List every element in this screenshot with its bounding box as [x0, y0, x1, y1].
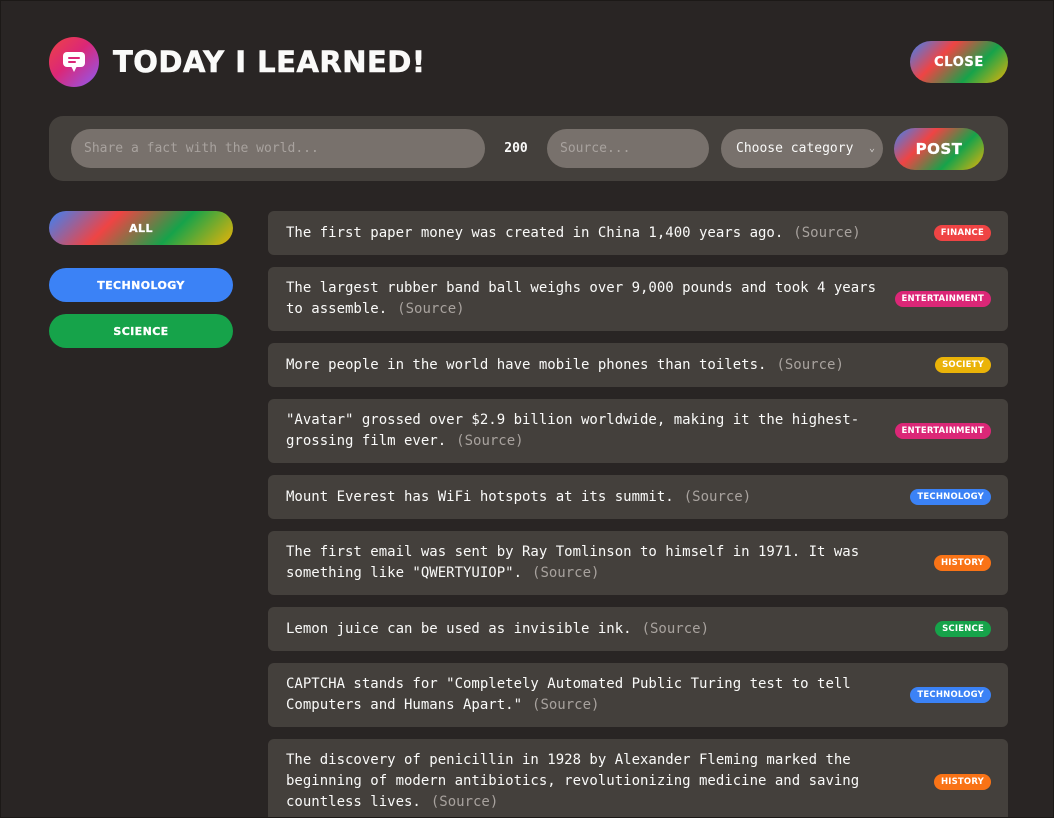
brand: Today I Learned!	[49, 37, 426, 87]
category-tag: Entertainment	[894, 291, 991, 307]
fact-text: "Avatar" grossed over $2.9 billion world…	[286, 410, 895, 452]
chevron-down-icon: ⌄	[868, 143, 875, 154]
fact-item: The first paper money was created in Chi…	[268, 211, 1008, 255]
category-tag: History	[933, 555, 991, 571]
fact-text: Lemon juice can be used as invisible ink…	[286, 619, 935, 640]
fact-source-link[interactable]: (Source)	[642, 621, 709, 637]
fact-text: CAPTCHA stands for "Completely Automated…	[286, 674, 910, 716]
fact-source-link[interactable]: (Source)	[397, 301, 464, 317]
fact-input-placeholder: Share a fact with the world...	[84, 141, 319, 156]
fact-item: "Avatar" grossed over $2.9 billion world…	[268, 399, 1008, 463]
post-button[interactable]: Post	[894, 127, 984, 170]
fact-text: The first paper money was created in Chi…	[286, 223, 934, 244]
chat-bubble-logo-icon	[49, 37, 99, 87]
header: Today I Learned! Close	[49, 37, 1008, 87]
category-tag: Technology	[910, 687, 991, 703]
category-tag: Society	[935, 357, 991, 373]
fact-body: The discovery of penicillin in 1928 by A…	[286, 752, 860, 810]
category-tag: Science	[935, 621, 991, 637]
category-button-all[interactable]: All	[49, 211, 233, 245]
fact-item: CAPTCHA stands for "Completely Automated…	[268, 663, 1008, 727]
fact-form: Share a fact with the world... 200 Sourc…	[49, 116, 1008, 181]
fact-item: The largest rubber band ball weighs over…	[268, 267, 1008, 331]
fact-source-link[interactable]: (Source)	[776, 357, 843, 373]
fact-source-link[interactable]: (Source)	[532, 565, 599, 581]
facts-list: The first paper money was created in Chi…	[268, 211, 1008, 817]
source-input-placeholder: Source...	[560, 141, 631, 156]
fact-body: "Avatar" grossed over $2.9 billion world…	[286, 412, 860, 449]
app-root: Today I Learned! Close Share a fact with…	[0, 0, 1054, 818]
fact-item: Mount Everest has WiFi hotspots at its s…	[268, 475, 1008, 519]
fact-item: Lemon juice can be used as invisible ink…	[268, 607, 1008, 651]
fact-text: The first email was sent by Ray Tomlinso…	[286, 542, 934, 584]
category-sidebar: All Technology Science	[49, 211, 233, 348]
fact-item: More people in the world have mobile pho…	[268, 343, 1008, 387]
fact-source-link[interactable]: (Source)	[532, 697, 599, 713]
fact-text: The discovery of penicillin in 1928 by A…	[286, 750, 934, 813]
category-select[interactable]: Choose category ⌄	[721, 129, 883, 168]
category-tag: Entertainment	[894, 423, 991, 439]
fact-body: More people in the world have mobile pho…	[286, 356, 767, 373]
fact-source-link[interactable]: (Source)	[793, 225, 860, 241]
fact-text: Mount Everest has WiFi hotspots at its s…	[286, 487, 910, 508]
fact-source-link[interactable]: (Source)	[684, 489, 751, 505]
fact-body: The first paper money was created in Chi…	[286, 224, 784, 241]
category-tag: Technology	[910, 489, 991, 505]
fact-text: The largest rubber band ball weighs over…	[286, 278, 895, 320]
source-input[interactable]: Source...	[547, 129, 709, 168]
fact-item: The discovery of penicillin in 1928 by A…	[268, 739, 1008, 817]
fact-body: Mount Everest has WiFi hotspots at its s…	[286, 488, 674, 505]
fact-input[interactable]: Share a fact with the world...	[71, 129, 485, 168]
category-button-technology[interactable]: Technology	[49, 268, 233, 302]
category-button-science[interactable]: Science	[49, 314, 233, 348]
fact-item: The first email was sent by Ray Tomlinso…	[268, 531, 1008, 595]
category-select-value: Choose category	[736, 141, 854, 156]
fact-text: More people in the world have mobile pho…	[286, 355, 935, 376]
category-tag: Finance	[933, 225, 991, 241]
category-tag: History	[933, 773, 991, 790]
close-button[interactable]: Close	[910, 41, 1008, 83]
page-title: Today I Learned!	[113, 45, 426, 80]
char-count: 200	[504, 141, 528, 156]
fact-body: Lemon juice can be used as invisible ink…	[286, 620, 632, 637]
fact-source-link[interactable]: (Source)	[431, 794, 498, 810]
fact-source-link[interactable]: (Source)	[456, 433, 523, 449]
fact-body: The largest rubber band ball weighs over…	[286, 280, 877, 317]
